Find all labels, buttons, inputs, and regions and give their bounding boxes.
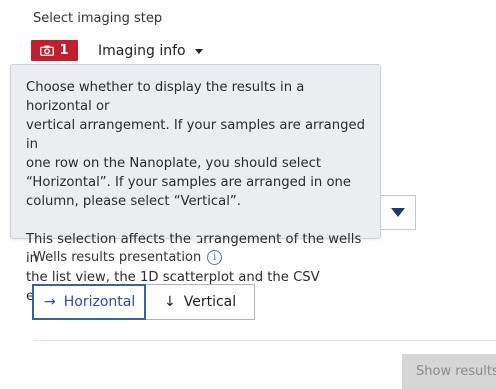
show-results-button[interactable]: Show results bbox=[402, 354, 496, 389]
divider bbox=[33, 340, 496, 341]
chevron-down-icon bbox=[194, 49, 203, 54]
camera-icon bbox=[40, 45, 55, 56]
wells-presentation-text: Wells results presentation bbox=[33, 250, 202, 265]
dropdown-toggle-button[interactable] bbox=[380, 195, 416, 230]
arrow-down-icon: ↓ bbox=[164, 294, 176, 310]
step-number: 1 bbox=[59, 43, 69, 58]
imaging-step-badge[interactable]: 1 bbox=[31, 40, 78, 61]
imaging-step-selected: Imaging info bbox=[98, 42, 186, 59]
horizontal-label: Horizontal bbox=[63, 294, 136, 310]
vertical-toggle-button[interactable]: ↓ Vertical bbox=[146, 284, 255, 320]
horizontal-toggle-button[interactable]: → Horizontal bbox=[32, 284, 146, 320]
chevron-down-icon bbox=[391, 208, 405, 217]
tooltip-paragraph-1: Choose whether to display the results in… bbox=[26, 80, 365, 209]
imaging-step-label: Select imaging step bbox=[33, 11, 163, 26]
arrow-right-icon: → bbox=[44, 294, 56, 310]
vertical-label: Vertical bbox=[183, 294, 237, 310]
wells-presentation-label: Wells results presentation i bbox=[33, 250, 223, 265]
tooltip-arrow bbox=[190, 237, 202, 244]
imaging-step-dropdown[interactable]: Imaging info bbox=[98, 40, 203, 61]
presentation-tooltip: Choose whether to display the results in… bbox=[10, 64, 381, 304]
info-icon[interactable]: i bbox=[207, 250, 223, 265]
